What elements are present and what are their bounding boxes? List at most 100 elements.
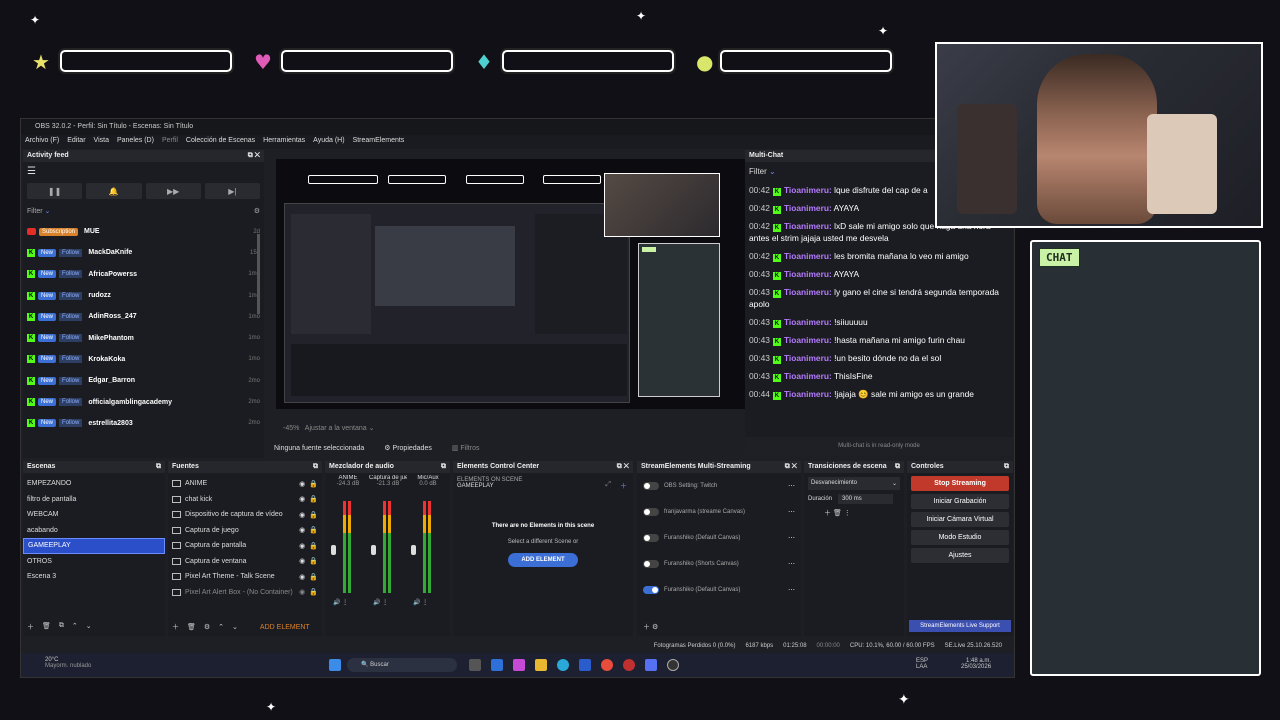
more-icon[interactable]: ⋯ [788, 560, 795, 568]
edge-icon[interactable] [557, 659, 569, 671]
feed-filter[interactable]: Filter ⌄ [27, 207, 50, 215]
source-item[interactable]: Pixel Art Theme - Talk Scene ◉ 🔒 [168, 569, 322, 585]
pause-button[interactable]: ❚❚ [27, 183, 83, 199]
source-item[interactable]: ANIME ◉ 🔒 [168, 476, 322, 492]
preview-zoom[interactable]: -45% Ajustar a la ventana ⌄ [283, 424, 374, 432]
feed-item[interactable]: K New Follow KrokaKoka 1mo [23, 349, 264, 370]
eye-icon[interactable]: ◉ [299, 526, 305, 534]
word-icon[interactable] [579, 659, 591, 671]
feed-item[interactable]: K New Follow rudozz 1mo [23, 285, 264, 306]
menu-item[interactable]: StreamElements [353, 137, 405, 147]
add-icon[interactable]: ＋ [27, 622, 34, 632]
stream-preview[interactable] [276, 159, 746, 409]
menu-item[interactable]: Archivo (F) [25, 137, 59, 147]
virtual-camera-button[interactable]: Iniciar Cámara Virtual [911, 512, 1009, 527]
source-item[interactable]: Captura de juego ◉ 🔒 [168, 523, 322, 539]
up-icon[interactable]: ⌃ [72, 622, 78, 632]
duplicate-icon[interactable]: ⧉ [59, 622, 64, 632]
eye-icon[interactable]: ◉ [299, 557, 305, 565]
menu-item[interactable]: Perfil [162, 137, 178, 147]
expand-icon[interactable]: ⤢ [605, 481, 611, 489]
add-icon[interactable]: ＋ [620, 481, 627, 491]
next-button[interactable]: ▶| [204, 183, 260, 199]
eye-icon[interactable]: ◉ [299, 495, 305, 503]
speaker-icon[interactable]: 🔊 ⋮ [413, 599, 428, 606]
more-icon[interactable]: ⋯ [788, 482, 795, 490]
scene-item[interactable]: WEBCAM [23, 507, 165, 523]
settings-button[interactable]: Ajustes [911, 548, 1009, 563]
more-icon[interactable]: ⋯ [788, 534, 795, 542]
taskbar-search[interactable]: 🔍 Buscar [347, 658, 457, 672]
properties-button[interactable]: ⚙ Propiedades [384, 444, 432, 452]
add-element-button[interactable]: ADD ELEMENT [260, 624, 310, 631]
skip-button[interactable]: ▶▶ [145, 183, 201, 199]
weather-widget[interactable]: 20°C Mayorm. nublado [45, 657, 91, 669]
studio-mode-button[interactable]: Modo Estudio [911, 530, 1009, 545]
filters-button[interactable]: ▥ Filtros [452, 444, 480, 452]
eye-icon[interactable]: ◉ [299, 573, 305, 581]
lock-icon[interactable]: 🔒 [309, 526, 318, 534]
gear-icon[interactable]: ⚙ [254, 207, 260, 215]
multistream-toolbar[interactable]: ＋ ⚙ [643, 622, 658, 632]
scene-item[interactable]: acabando [23, 523, 165, 539]
feed-item[interactable]: K New Follow AdinRoss_247 1mo [23, 306, 264, 327]
down-icon[interactable]: ⌄ [232, 623, 238, 631]
toggle-switch[interactable] [643, 534, 659, 542]
feed-item[interactable]: K New Follow MackDaKnife 15d [23, 242, 264, 263]
live-support-button[interactable]: StreamElements Live Support [909, 620, 1011, 632]
menu-item[interactable]: Vista [94, 137, 109, 147]
eye-icon[interactable]: ◉ [299, 480, 305, 488]
add-icon[interactable]: ＋ [172, 622, 179, 632]
language-indicator[interactable]: ESP LAA [916, 658, 928, 670]
source-item[interactable]: Captura de pantalla ◉ 🔒 [168, 538, 322, 554]
clock[interactable]: 1:48 a.m. 25/03/2026 [961, 658, 991, 670]
app-icon[interactable] [513, 659, 525, 671]
menu-item[interactable]: Ayuda (H) [313, 137, 344, 147]
scene-item[interactable]: EMPEZANDO [23, 476, 165, 492]
feed-item[interactable]: K New Follow MikePhantom 1mo [23, 327, 264, 348]
app-icon[interactable] [491, 659, 503, 671]
toggle-switch[interactable] [643, 482, 659, 490]
lock-icon[interactable]: 🔒 [309, 588, 318, 596]
feed-item[interactable]: K New Follow AfricaPowerss 1mo [23, 264, 264, 285]
menu-item[interactable]: Herramientas [263, 137, 305, 147]
discord-icon[interactable] [645, 659, 657, 671]
source-item[interactable]: Dispositivo de captura de vídeo ◉ 🔒 [168, 507, 322, 523]
menu-item[interactable]: Paneles (D) [117, 137, 154, 147]
windows-start-icon[interactable] [329, 659, 341, 671]
lock-icon[interactable]: 🔒 [309, 542, 318, 550]
menu-item[interactable]: Editar [67, 137, 85, 147]
lock-icon[interactable]: 🔒 [309, 495, 318, 503]
scrollbar[interactable] [257, 234, 260, 314]
start-recording-button[interactable]: Iniciar Grabación [911, 494, 1009, 509]
task-view-icon[interactable] [469, 659, 481, 671]
obs-icon[interactable] [667, 659, 679, 671]
chrome-icon[interactable] [601, 659, 613, 671]
close-icon[interactable]: ⧉ ✕ [248, 152, 260, 160]
toggle-switch[interactable] [643, 508, 659, 516]
source-item[interactable]: chat kick ◉ 🔒 [168, 492, 322, 508]
volume-slider[interactable] [371, 545, 376, 555]
stop-streaming-button[interactable]: Stop Streaming [911, 476, 1009, 491]
speaker-icon[interactable]: 🔊 ⋮ [373, 599, 388, 606]
toggle-switch[interactable] [643, 560, 659, 568]
lock-icon[interactable]: 🔒 [309, 511, 318, 519]
up-icon[interactable]: ⌃ [218, 623, 224, 631]
feed-item[interactable]: K New Follow officialgamblingacademy 2mo [23, 391, 264, 412]
transition-toolbar[interactable]: ＋ 🗑 ⋮ [824, 508, 884, 518]
duration-input[interactable]: 300 ms [838, 494, 894, 504]
source-item[interactable]: Captura de ventana ◉ 🔒 [168, 554, 322, 570]
scene-item[interactable]: Escena 3 [23, 569, 165, 585]
opera-icon[interactable] [623, 659, 635, 671]
trash-icon[interactable]: 🗑 [42, 622, 51, 632]
bell-icon[interactable]: 🔔 [86, 183, 142, 199]
toggle-switch[interactable] [643, 586, 659, 594]
trash-icon[interactable]: 🗑 [187, 623, 196, 631]
eye-icon[interactable]: ◉ [299, 542, 305, 550]
volume-slider[interactable] [411, 545, 416, 555]
down-icon[interactable]: ⌄ [86, 622, 92, 632]
lock-icon[interactable]: 🔒 [309, 557, 318, 565]
feed-item[interactable]: Subscription MUE 2d [23, 221, 264, 242]
gear-icon[interactable]: ⚙ [204, 623, 210, 631]
scene-item[interactable]: GAMEEPLAY [23, 538, 165, 554]
